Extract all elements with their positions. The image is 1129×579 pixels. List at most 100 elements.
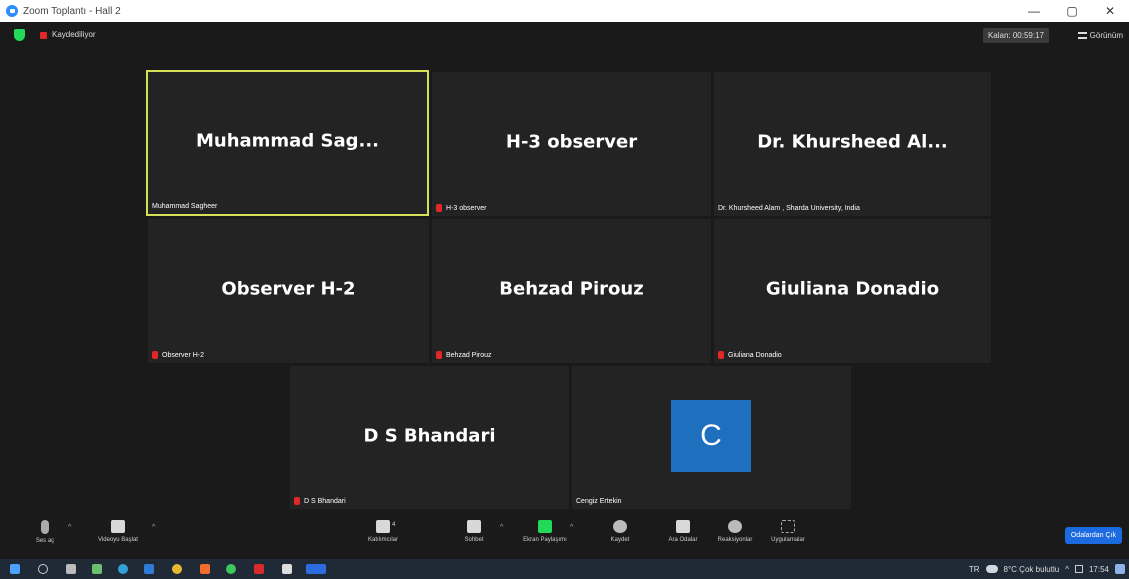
participant-display-name: Behzad Pirouz	[499, 278, 644, 300]
video-tile[interactable]: D S Bhandari D S Bhandari	[290, 366, 569, 509]
store-icon[interactable]	[200, 564, 210, 574]
notepad-icon[interactable]	[282, 564, 292, 574]
close-button[interactable]: ✕	[1091, 0, 1129, 22]
video-tile[interactable]: C Cengiz Ertekin	[572, 366, 851, 509]
meeting-controls: Ses aç ^ Videoyu Başlat ^ Katılımcılar 4…	[0, 516, 1129, 559]
network-icon[interactable]	[1074, 565, 1083, 573]
participant-name-label: Muhammad Sagheer	[152, 203, 217, 210]
chat-label: Sohbet	[464, 537, 484, 543]
mic-muted-icon	[718, 351, 724, 359]
task-view-icon[interactable]	[66, 564, 76, 574]
participant-name-label: D S Bhandari	[294, 497, 346, 505]
minimize-button[interactable]: —	[1015, 0, 1053, 22]
widgets-icon[interactable]	[92, 564, 102, 574]
video-tile[interactable]: Behzad Pirouz Behzad Pirouz	[432, 219, 711, 363]
participant-name: Cengiz Ertekin	[576, 498, 622, 505]
share-options-caret-icon[interactable]: ^	[570, 524, 573, 531]
language-indicator[interactable]: TR	[969, 565, 980, 574]
participant-display-name: H-3 observer	[505, 131, 638, 153]
participant-display-name: Dr. Khursheed Al...	[757, 131, 948, 153]
apps-button[interactable]: Uygulamalar	[758, 520, 818, 543]
chat-options-caret-icon[interactable]: ^	[500, 524, 503, 531]
participant-name: H-3 observer	[446, 204, 487, 212]
unmute-button[interactable]: Ses aç	[15, 520, 75, 544]
apps-icon	[781, 520, 795, 533]
record-label: Kaydet	[610, 537, 630, 543]
breakout-rooms-label: Ara Odalar	[668, 537, 698, 543]
share-screen-label: Ekran Paylaşımı	[523, 537, 567, 543]
breakout-rooms-icon	[676, 520, 690, 533]
zoom-taskbar-icon[interactable]	[306, 564, 326, 574]
video-tile[interactable]: Giuliana Donadio Giuliana Donadio	[714, 219, 991, 363]
zoom-logo-icon	[6, 5, 18, 17]
reactions-label: Reaksiyonlar	[717, 537, 753, 543]
participant-display-name: Muhammad Sag...	[195, 130, 379, 152]
clock[interactable]: 17:54	[1089, 565, 1109, 574]
reactions-button[interactable]: Reaksiyonlar	[705, 520, 765, 543]
participant-name-label: Giuliana Donadio	[718, 351, 782, 359]
breakout-rooms-button[interactable]: Ara Odalar	[653, 520, 713, 543]
participants-count: 4	[392, 522, 396, 528]
participant-name: Observer H-2	[162, 351, 205, 359]
window-titlebar: Zoom Toplantı - Hall 2 — ▢ ✕	[0, 0, 1129, 22]
unmute-label: Ses aç	[35, 538, 55, 544]
share-screen-icon	[538, 520, 552, 533]
video-tile[interactable]: Dr. Khursheed Al... Dr. Khursheed Alam ,…	[714, 72, 991, 216]
participants-label: Katılımcılar	[367, 537, 398, 543]
video-tile[interactable]: Muhammad Sag... Muhammad Sagheer	[146, 70, 429, 216]
mic-muted-icon	[436, 204, 442, 212]
participant-name: Dr. Khursheed Alam , Sharda University, …	[718, 205, 860, 212]
audio-options-caret-icon[interactable]: ^	[68, 524, 71, 531]
participant-display-name: Observer H-2	[221, 278, 356, 300]
file-explorer-icon[interactable]	[144, 564, 154, 574]
participant-name-label: H-3 observer	[436, 204, 486, 212]
chat-icon	[467, 520, 481, 533]
maximize-button[interactable]: ▢	[1053, 0, 1091, 22]
participant-display-name: Giuliana Donadio	[765, 278, 940, 300]
acrobat-icon[interactable]	[254, 564, 264, 574]
meeting-timer: Kalan: 00:59:17	[982, 28, 1049, 43]
video-options-caret-icon[interactable]: ^	[152, 524, 155, 531]
participant-name: Giuliana Donadio	[728, 351, 782, 359]
mic-muted-icon	[436, 351, 442, 359]
edge-browser-icon[interactable]	[118, 564, 128, 574]
view-label: Görünüm	[1089, 31, 1123, 40]
video-tile[interactable]: Observer H-2 Observer H-2	[148, 219, 429, 363]
recording-label[interactable]: Kaydediliyor	[52, 30, 96, 39]
record-button[interactable]: Kaydet	[590, 520, 650, 543]
notifications-icon[interactable]	[1115, 564, 1125, 574]
video-off-icon	[111, 520, 125, 533]
participant-name-label: Observer H-2	[152, 351, 204, 359]
share-screen-button[interactable]: Ekran Paylaşımı	[515, 520, 575, 543]
participant-name-label: Cengiz Ertekin	[576, 498, 622, 505]
apps-label: Uygulamalar	[771, 537, 805, 543]
chat-button[interactable]: Sohbet	[444, 520, 504, 543]
leave-rooms-button[interactable]: Odalardan Çık	[1064, 527, 1122, 544]
weather-text[interactable]: 8°C Çok bulutlu	[1004, 565, 1060, 574]
view-button[interactable]: Görünüm	[1077, 28, 1123, 43]
participant-name: Behzad Pirouz	[446, 351, 492, 359]
mic-muted-icon	[294, 497, 300, 505]
system-tray: TR 8°C Çok bulutlu ^ 17:54	[963, 559, 1125, 579]
start-video-button[interactable]: Videoyu Başlat	[88, 520, 148, 543]
chevron-up-icon[interactable]: ^	[1065, 565, 1069, 574]
windows-taskbar: TR 8°C Çok bulutlu ^ 17:54	[0, 559, 1129, 579]
view-grid-icon	[1077, 32, 1087, 39]
weather-icon	[985, 565, 998, 573]
participant-name: D S Bhandari	[304, 497, 346, 505]
participant-name: Muhammad Sagheer	[152, 203, 218, 210]
participant-name-label: Behzad Pirouz	[436, 351, 492, 359]
chrome-icon[interactable]	[172, 564, 182, 574]
whatsapp-icon[interactable]	[226, 564, 236, 574]
participant-display-name: D S Bhandari	[363, 424, 496, 446]
windows-start-icon[interactable]	[10, 564, 20, 574]
participant-name-label: Dr. Khursheed Alam , Sharda University, …	[718, 205, 860, 212]
video-tile[interactable]: H-3 observer H-3 observer	[432, 72, 711, 216]
security-shield-icon[interactable]	[14, 29, 25, 41]
record-icon	[613, 520, 627, 533]
participants-button[interactable]: Katılımcılar	[353, 520, 413, 543]
search-icon[interactable]	[38, 564, 48, 574]
microphone-muted-icon	[41, 520, 49, 534]
participant-avatar: C	[671, 400, 751, 472]
recording-icon	[40, 32, 47, 39]
